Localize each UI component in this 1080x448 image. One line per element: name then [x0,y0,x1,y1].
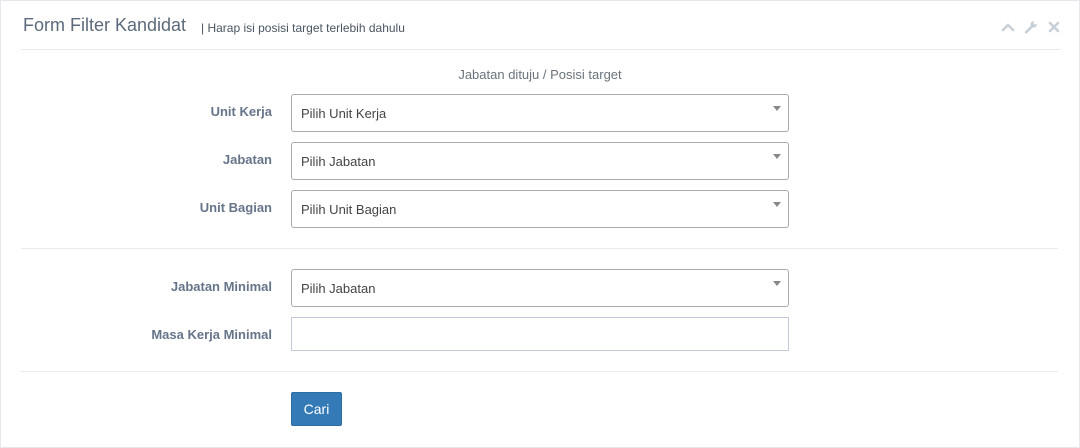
search-button[interactable]: Cari [291,392,342,426]
jabatan-minimal-selected-value: Pilih Jabatan [301,281,376,296]
panel-title: Form Filter Kandidat [23,15,187,35]
unit-kerja-select[interactable]: Pilih Unit Kerja [291,94,789,132]
panel-header: Form Filter Kandidat | Harap isi posisi … [21,1,1061,50]
masa-kerja-minimal-label: Masa Kerja Minimal [151,327,272,342]
unit-kerja-label: Unit Kerja [210,104,272,119]
target-section-caption: Jabatan dituju / Posisi target [458,67,622,82]
dropdown-arrow-icon [773,106,781,111]
close-icon[interactable] [1047,20,1061,34]
jabatan-minimal-label: Jabatan Minimal [170,279,272,294]
panel-tools [1001,19,1061,35]
panel-helper-text: | Harap isi posisi target terlebih dahul… [201,21,405,35]
wrench-icon[interactable] [1024,20,1038,34]
section-divider [21,248,1058,249]
dropdown-arrow-icon [773,154,781,159]
jabatan-select[interactable]: Pilih Jabatan [291,142,789,180]
jabatan-selected-value: Pilih Jabatan [301,154,376,169]
unit-bagian-select[interactable]: Pilih Unit Bagian [291,190,789,228]
unit-bagian-selected-value: Pilih Unit Bagian [301,202,397,217]
jabatan-label: Jabatan [222,152,272,167]
actions-divider [21,371,1058,372]
dropdown-arrow-icon [773,202,781,207]
jabatan-minimal-select[interactable]: Pilih Jabatan [291,269,789,307]
chevron-up-icon[interactable] [1001,20,1015,34]
unit-kerja-selected-value: Pilih Unit Kerja [301,106,387,121]
dropdown-arrow-icon [773,281,781,286]
masa-kerja-minimal-input[interactable] [291,317,789,351]
unit-bagian-label: Unit Bagian [199,200,272,215]
